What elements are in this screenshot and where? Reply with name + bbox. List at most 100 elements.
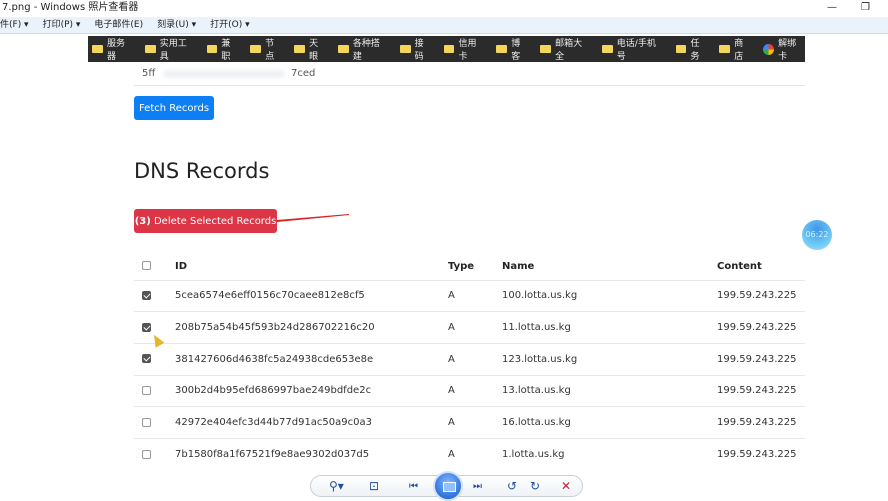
folder-icon: [540, 45, 552, 53]
record-id: 42972e404efc3d44b77d91ac50a9c0a3: [175, 406, 448, 439]
bookmark-label: 解绑卡: [778, 39, 797, 62]
bookmark-label: 信用卡: [458, 39, 477, 62]
slideshow-button[interactable]: [433, 471, 463, 501]
record-type: A: [448, 437, 502, 471]
delete-icon[interactable]: ✕: [561, 479, 571, 493]
minimize-button[interactable]: —: [827, 0, 837, 16]
bookmark-label: 节点: [265, 39, 275, 62]
folder-icon: [144, 45, 156, 53]
record-type: A: [448, 374, 502, 407]
record-content: 199.59.243.225: [717, 406, 805, 439]
restore-button[interactable]: ❐: [861, 0, 870, 16]
folder-icon: [250, 45, 262, 53]
table-row: 5cea6574e6eff0156c70caee812e8cf5 A 100.l…: [134, 279, 805, 312]
bookmark-label: 任务: [690, 39, 700, 62]
selected-count: (3): [134, 215, 151, 227]
bookmark-item[interactable]: 服务器: [92, 36, 134, 62]
row-checkbox[interactable]: [142, 449, 151, 459]
table-row: 7b1580f8a1f67521f9e8ae9302d037d5 A 1.lot…: [134, 437, 805, 471]
bookmark-label: 各种搭建: [352, 39, 380, 62]
bookmark-item[interactable]: 接码: [399, 36, 433, 62]
record-name: 13.lotta.us.kg: [502, 374, 717, 407]
row-checkbox[interactable]: [142, 354, 151, 364]
window-title: 7.png - Windows 照片查看器: [2, 2, 139, 13]
col-name: Name: [502, 260, 535, 272]
bookmark-item[interactable]: 邮箱大全: [540, 36, 591, 62]
fetch-records-button[interactable]: Fetch Records: [134, 96, 214, 120]
folder-icon: [719, 45, 731, 53]
bookmark-item[interactable]: 任务: [675, 36, 709, 62]
record-name: 123.lotta.us.kg: [502, 342, 717, 376]
table-row: 208b75a54b45f593b24d286702216c20 A 11.lo…: [134, 311, 805, 344]
folder-icon: [206, 45, 218, 53]
folder-icon: [601, 45, 613, 53]
row-checkbox[interactable]: [142, 385, 151, 395]
bookmark-item[interactable]: 节点: [250, 36, 283, 62]
bookmark-item[interactable]: 解绑卡: [763, 36, 805, 62]
bookmark-item[interactable]: 兼职: [206, 36, 240, 62]
redacted-blur: [164, 70, 284, 78]
record-name: 100.lotta.us.kg: [502, 279, 717, 312]
fit-window-icon[interactable]: ⊡: [369, 479, 379, 493]
col-type: Type: [448, 260, 475, 272]
rotate-left-icon[interactable]: ↺: [507, 479, 517, 493]
record-name: 1.lotta.us.kg: [502, 437, 717, 471]
record-id: 7b1580f8a1f67521f9e8ae9302d037d5: [175, 437, 448, 471]
record-content: 199.59.243.225: [717, 311, 805, 344]
row-checkbox[interactable]: [142, 417, 151, 427]
menu-item[interactable]: 刻录(U) ▾: [157, 17, 196, 33]
folder-icon: [496, 45, 508, 53]
record-content: 199.59.243.225: [717, 374, 805, 407]
record-type: A: [448, 279, 502, 312]
record-content: 199.59.243.225: [717, 437, 805, 471]
bookmark-item[interactable]: 博客: [496, 36, 529, 62]
bookmark-item[interactable]: 天眼: [294, 36, 327, 62]
bookmark-item[interactable]: 商店: [719, 36, 752, 62]
table-row: 300b2d4b95efd686997bae249bdfde2c A 13.lo…: [134, 374, 805, 407]
select-all-checkbox[interactable]: [142, 261, 151, 271]
api-key-field[interactable]: 5ff 7ced: [134, 62, 805, 86]
rotate-right-icon[interactable]: ↻: [530, 479, 540, 493]
photo-viewer-toolbar: ⚲▾ ⊡ ⏮ ⏭ ↺ ↻ ✕: [310, 471, 583, 501]
next-icon[interactable]: ⏭: [473, 481, 482, 492]
page-title: DNS Records: [134, 159, 270, 183]
bookmark-label: 博客: [511, 39, 521, 62]
key-start: 5ff: [142, 68, 156, 79]
bookmark-label: 兼职: [221, 39, 231, 62]
menu-bar: 件(F) ▾ 打印(P) ▾ 电子邮件(E) 刻录(U) ▾ 打开(O) ▾: [0, 17, 888, 34]
previous-icon[interactable]: ⏮: [409, 481, 418, 492]
menu-item[interactable]: 电子邮件(E): [94, 17, 143, 33]
col-id: ID: [175, 260, 188, 272]
record-type: A: [448, 406, 502, 439]
delete-label: Delete Selected Records: [150, 215, 277, 227]
zoom-icon[interactable]: ⚲▾: [329, 479, 344, 493]
record-type: A: [448, 311, 502, 344]
bookmark-item[interactable]: 各种搭建: [337, 36, 389, 62]
row-checkbox[interactable]: [142, 322, 151, 332]
annotation-arrow: [277, 214, 349, 222]
delete-selected-button[interactable]: (3) Delete Selected Records: [134, 209, 277, 233]
bookmarks-bar: 服务器 实用工具 兼职 节点 天眼 各种搭建 接码 信用卡 博客 邮箱大全 电话/手机号 任务 商店 解绑…: [88, 36, 805, 62]
google-icon: [763, 43, 775, 55]
bookmark-label: 实用工具: [159, 39, 187, 62]
window-titlebar: 7.png - Windows 照片查看器 — ❐: [0, 0, 888, 17]
record-name: 16.lotta.us.kg: [502, 406, 717, 439]
record-id: 300b2d4b95efd686997bae249bdfde2c: [175, 374, 448, 407]
row-checkbox[interactable]: [142, 290, 151, 300]
folder-icon: [92, 45, 103, 53]
floating-clock[interactable]: 06:22: [802, 220, 832, 250]
dns-records-table: ID Type Name Content 5cea6574e6eff0156c7…: [134, 253, 805, 471]
record-name: 11.lotta.us.kg: [502, 311, 717, 344]
folder-icon: [443, 45, 455, 53]
menu-item[interactable]: 打印(P) ▾: [43, 17, 81, 33]
table-row: 381427606d4638fc5a24938cde653e8e A 123.l…: [134, 342, 805, 376]
bookmark-item[interactable]: 信用卡: [443, 36, 486, 62]
record-content: 199.59.243.225: [717, 342, 805, 376]
bookmark-item[interactable]: 电话/手机号: [601, 36, 665, 62]
record-id: 5cea6574e6eff0156c70caee812e8cf5: [175, 279, 448, 312]
record-type: A: [448, 342, 502, 376]
folder-icon: [337, 45, 349, 53]
menu-item[interactable]: 打开(O) ▾: [210, 17, 250, 33]
menu-item[interactable]: 件(F) ▾: [0, 17, 29, 33]
bookmark-item[interactable]: 实用工具: [144, 36, 196, 62]
